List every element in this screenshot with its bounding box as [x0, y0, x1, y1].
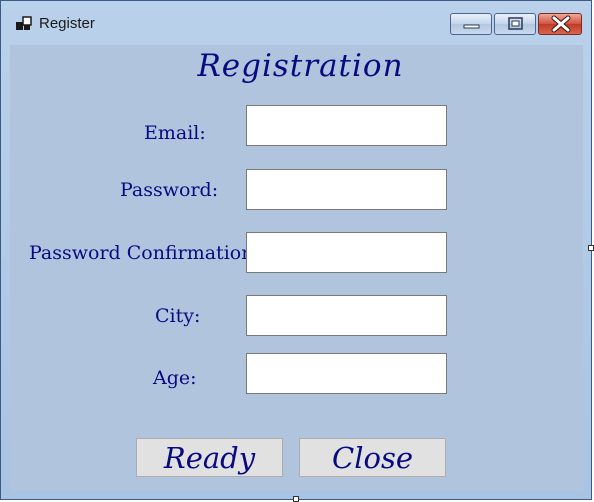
age-label: Age:	[153, 367, 197, 389]
resize-handle-bottom[interactable]	[293, 496, 299, 502]
email-label: Email:	[144, 122, 206, 144]
city-label: City:	[155, 305, 201, 327]
close-button[interactable]: Close	[299, 438, 446, 477]
ready-button[interactable]: Ready	[136, 438, 283, 477]
password-label: Password:	[120, 179, 219, 201]
title-bar[interactable]: Register	[1, 1, 591, 45]
maximize-icon	[508, 17, 523, 30]
password-field[interactable]	[246, 169, 447, 210]
password-confirmation-label: Password Confirmation:	[29, 242, 260, 264]
age-field[interactable]	[246, 353, 447, 394]
window-title: Register	[39, 15, 95, 32]
city-field[interactable]	[246, 295, 447, 336]
resize-handle-right[interactable]	[588, 245, 594, 251]
maximize-button[interactable]	[494, 13, 536, 35]
register-window: Register Registration Email: Password: P…	[0, 0, 592, 500]
close-icon	[551, 15, 571, 33]
minimize-icon	[463, 24, 480, 29]
close-window-button[interactable]	[538, 13, 582, 35]
form-client-area: Registration Email: Password: Password C…	[10, 45, 583, 491]
email-field[interactable]	[246, 105, 447, 146]
password-confirmation-field[interactable]	[246, 232, 447, 273]
windows-form-icon	[15, 15, 33, 33]
form-heading: Registration	[197, 48, 404, 84]
minimize-button[interactable]	[450, 13, 492, 35]
